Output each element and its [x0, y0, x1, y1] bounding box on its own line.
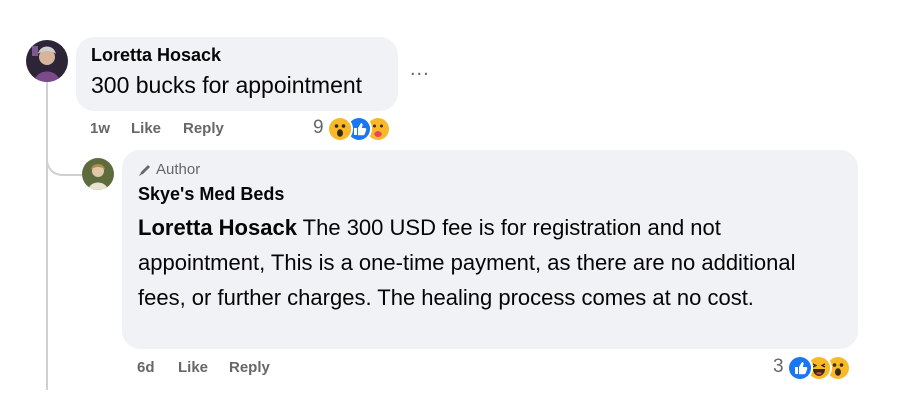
reply-connector: [46, 150, 82, 176]
author-badge: Author: [138, 161, 200, 178]
reply-text: Loretta Hosack The 300 USD fee is for re…: [138, 210, 844, 315]
reply-button[interactable]: Reply: [183, 120, 224, 137]
like-button[interactable]: Like: [131, 120, 161, 137]
reaction-count[interactable]: 9: [313, 117, 324, 139]
author-badge-label: Author: [156, 161, 201, 178]
comment-text: 300 bucks for appointment: [91, 72, 363, 98]
reply-author-name[interactable]: Skye's Med Beds: [138, 184, 284, 205]
avatar[interactable]: [82, 158, 114, 190]
mention-link[interactable]: Loretta Hosack: [138, 215, 297, 240]
avatar[interactable]: [26, 40, 68, 82]
like-button[interactable]: Like: [178, 359, 208, 376]
like-reaction-icon: [787, 355, 813, 381]
pencil-icon: [139, 164, 150, 176]
comment-timestamp[interactable]: 1w: [90, 120, 110, 137]
more-options-icon[interactable]: ...: [410, 58, 430, 81]
wow-reaction-icon: [327, 116, 353, 142]
reaction-count[interactable]: 3: [773, 356, 784, 378]
comment-author-name[interactable]: Loretta Hosack: [91, 45, 221, 66]
reply-button[interactable]: Reply: [229, 359, 270, 376]
thread-line: [46, 82, 48, 390]
reply-timestamp[interactable]: 6d: [137, 359, 155, 376]
